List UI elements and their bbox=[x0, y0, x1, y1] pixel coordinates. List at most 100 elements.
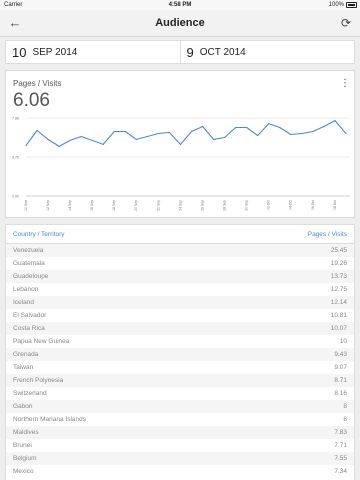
data-point bbox=[36, 129, 38, 132]
y-tick-label: 0.00 bbox=[12, 195, 19, 199]
table-row[interactable]: El Salvador 10.81 bbox=[6, 309, 354, 322]
data-point bbox=[224, 136, 226, 139]
table-row[interactable]: Iceland 12.14 bbox=[6, 296, 354, 309]
table-row[interactable]: Northern Mariana Islands 8 bbox=[6, 413, 354, 426]
data-point bbox=[323, 125, 325, 128]
data-point bbox=[190, 130, 193, 133]
table-row[interactable]: Maldives 7.83 bbox=[6, 426, 354, 439]
table-row[interactable]: French Polynesia 8.71 bbox=[6, 374, 354, 387]
country-name: Costa Rica bbox=[13, 325, 45, 332]
arrow-left-icon: ← bbox=[8, 15, 22, 30]
table-header: Country / Territory Pages / Visits bbox=[6, 225, 354, 244]
data-point bbox=[157, 132, 160, 135]
data-point bbox=[80, 135, 82, 138]
pages-per-visit-value: 8.71 bbox=[334, 377, 347, 384]
country-name: Iceland bbox=[13, 299, 34, 306]
country-name: Gabon bbox=[13, 403, 33, 410]
data-point bbox=[235, 126, 237, 129]
pages-per-visit-value: 9.07 bbox=[334, 364, 347, 371]
pages-per-visit-value: 7.34 bbox=[334, 468, 347, 475]
country-name: Brunei bbox=[13, 442, 32, 449]
battery-percentage: 100% bbox=[328, 2, 344, 8]
data-point bbox=[268, 122, 270, 125]
x-tick-label: 26 Sep bbox=[200, 200, 204, 211]
table-row[interactable]: Lebanon 12.75 bbox=[6, 283, 354, 296]
table-row[interactable]: Gabon 8 bbox=[6, 400, 354, 413]
table-row[interactable]: Grenada 9.43 bbox=[6, 348, 354, 361]
line-chart: 7.86 3.76 0.00 10 Sep 12 Sep 14 Sep 16 Sep 18 S… bbox=[12, 117, 350, 211]
country-name: Lebanon bbox=[13, 286, 39, 293]
pages-per-visit-value: 7.83 bbox=[334, 429, 347, 436]
table-row[interactable]: Belgium 7.55 bbox=[6, 452, 354, 465]
refresh-button[interactable]: ⟳ bbox=[338, 15, 354, 31]
table-row[interactable]: Brunei 7.71 bbox=[6, 439, 354, 452]
pages-per-visit-value: 8.16 bbox=[334, 390, 347, 397]
pages-per-visit-value: 19.26 bbox=[330, 260, 347, 267]
x-tick-label: 04 Oct bbox=[289, 200, 293, 210]
country-name: Guatemala bbox=[13, 260, 45, 267]
date-range-picker: 10 SEP 2014 9 OCT 2014 bbox=[5, 40, 355, 64]
x-tick-label: 28 Sep bbox=[223, 200, 227, 211]
pages-per-visit-value: 7.71 bbox=[334, 442, 347, 449]
country-name: Taiwan bbox=[13, 364, 34, 371]
country-name: El Salvador bbox=[13, 312, 47, 319]
y-tick-label: 3.76 bbox=[12, 156, 19, 160]
data-point bbox=[345, 132, 347, 135]
country-name: Belgium bbox=[13, 455, 37, 462]
y-tick-label: 7.86 bbox=[12, 117, 19, 121]
more-vertical-icon[interactable]: ⋮ bbox=[340, 79, 350, 91]
table-row[interactable]: Papua New Guinea 10 bbox=[6, 335, 354, 348]
country-name: Mexico bbox=[13, 468, 34, 475]
back-button[interactable]: ← bbox=[7, 15, 23, 31]
data-point bbox=[334, 119, 336, 122]
data-point bbox=[168, 131, 171, 134]
x-tick-label: 02 Oct bbox=[267, 200, 271, 210]
data-point bbox=[146, 135, 148, 138]
x-tick-label: 10 Sep bbox=[24, 200, 28, 211]
data-point bbox=[91, 139, 93, 142]
pages-per-visit-value: 9.43 bbox=[334, 351, 347, 358]
x-tick-label: 20 Sep bbox=[134, 200, 138, 211]
start-date-month: SEP 2014 bbox=[32, 46, 78, 58]
data-point bbox=[25, 144, 27, 146]
data-point bbox=[257, 134, 259, 137]
table-row[interactable]: Guadeloupe 13.73 bbox=[6, 270, 354, 283]
x-tick-label: 12 Sep bbox=[46, 200, 50, 211]
x-tick-label: 06 Oct bbox=[311, 200, 315, 210]
table-row[interactable]: Costa Rica 10.07 bbox=[6, 322, 354, 335]
start-date-day: 10 bbox=[12, 44, 27, 60]
x-tick-label: 08 Oct bbox=[333, 200, 337, 210]
pages-per-visit-value: 10 bbox=[339, 338, 347, 345]
data-point bbox=[212, 138, 215, 141]
table-row[interactable]: Guatemala 19.26 bbox=[6, 257, 354, 270]
table-row[interactable]: Taiwan 9.07 bbox=[6, 361, 354, 374]
end-date-day: 9 bbox=[186, 44, 194, 60]
data-point bbox=[124, 130, 126, 133]
country-name: Guadeloupe bbox=[13, 273, 49, 280]
country-name: Venezuela bbox=[13, 247, 44, 254]
pages-per-visit-value: 12.75 bbox=[330, 286, 347, 293]
start-date-button[interactable]: 10 SEP 2014 bbox=[6, 41, 180, 63]
data-point bbox=[312, 130, 314, 133]
end-date-button[interactable]: 9 OCT 2014 bbox=[179, 41, 355, 63]
pages-per-visit-value: 8 bbox=[343, 403, 347, 410]
table-row[interactable]: Switzerland 8.16 bbox=[6, 387, 354, 400]
table-row[interactable]: Venezuela 25.45 bbox=[6, 244, 354, 257]
data-point bbox=[279, 126, 281, 129]
data-point bbox=[113, 130, 115, 133]
pages-per-visit-value: 12.14 bbox=[330, 299, 347, 306]
column-header-country[interactable]: Country / Territory bbox=[13, 231, 65, 238]
metric-value: 6.06 bbox=[13, 90, 50, 111]
page-title: Audience bbox=[155, 17, 205, 29]
x-tick-label: 14 Sep bbox=[68, 200, 72, 211]
country-name: Northern Mariana Islands bbox=[13, 416, 86, 423]
pages-per-visit-value: 10.81 bbox=[330, 312, 347, 319]
country-table: Country / Territory Pages / Visits Venez… bbox=[5, 224, 355, 480]
data-point bbox=[179, 143, 182, 145]
data-point bbox=[246, 126, 248, 129]
table-row[interactable]: Mexico 7.34 bbox=[6, 465, 354, 478]
column-header-pages-per-visit[interactable]: Pages / Visits bbox=[308, 231, 347, 238]
data-point bbox=[301, 132, 303, 135]
status-bar: Carrier 4:58 PM 100% bbox=[0, 0, 360, 10]
data-point bbox=[102, 143, 104, 145]
